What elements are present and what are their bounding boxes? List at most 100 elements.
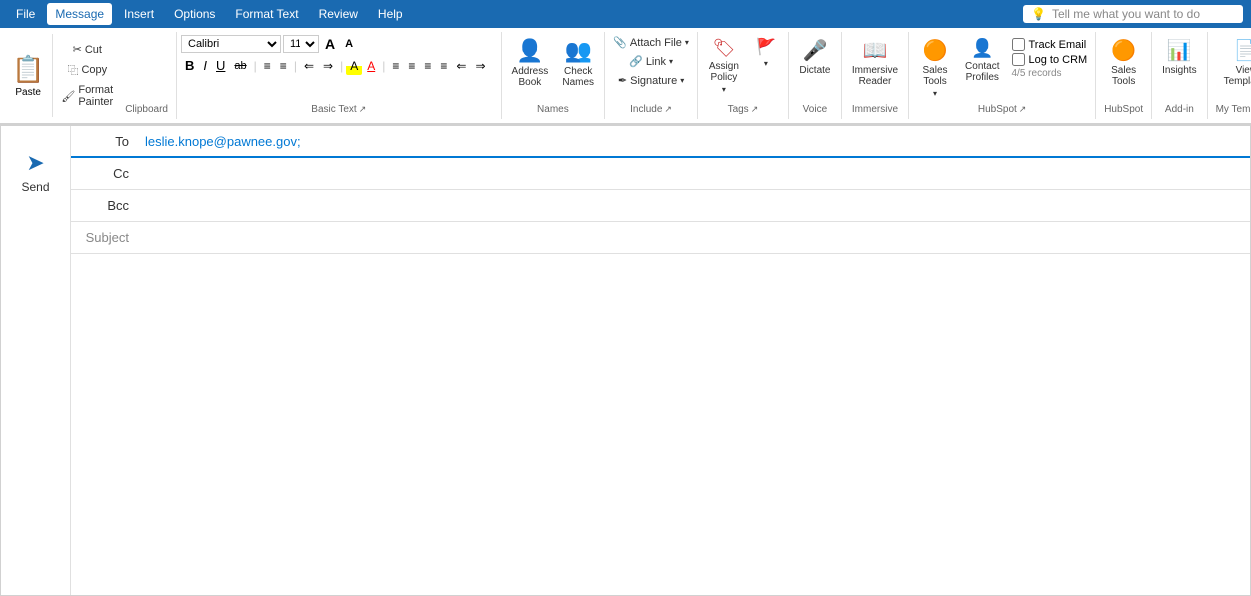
numbering-button[interactable]: ≡ (276, 57, 291, 75)
microphone-icon: 🎤 (802, 38, 827, 63)
hubspot2-label: HubSpot (1100, 102, 1147, 117)
compose-body[interactable] (71, 254, 1250, 595)
font-size-select[interactable]: 11 (283, 35, 319, 53)
cut-button[interactable]: ✂ Cut (57, 41, 117, 58)
underline-button[interactable]: U (212, 56, 229, 75)
hubspot-sales2-icon: 🟠 (1111, 38, 1136, 63)
sep1: | (254, 59, 257, 73)
align-center-button[interactable]: ≡ (404, 57, 419, 75)
names-label: Names (506, 102, 601, 117)
highlight-button[interactable]: A (346, 57, 362, 75)
basic-text-group: Calibri 11 A A B I U ab | ≡ (177, 32, 502, 119)
tags-expand-icon[interactable]: ↗ (751, 104, 759, 115)
menu-message[interactable]: Message (47, 3, 112, 25)
check-names-button[interactable]: 👥 CheckNames (556, 34, 600, 92)
font-name-row: Calibri 11 A A (181, 34, 490, 54)
address-book-label: AddressBook (512, 66, 549, 88)
increase-indent-button[interactable]: ⇒ (319, 57, 337, 75)
menu-file[interactable]: File (8, 3, 43, 25)
hubspot-checkboxes: Track Email Log to CRM 4/5 records (1008, 34, 1092, 83)
grow-font-button[interactable]: A (321, 34, 339, 54)
hubspot-label: HubSpot ↗ (913, 102, 1091, 117)
link-button[interactable]: 🔗 Link ▾ (609, 53, 693, 70)
include-expand-icon[interactable]: ↗ (664, 104, 672, 115)
link-label: Link (646, 56, 666, 68)
format-buttons-row: B I U ab | ≡ ≡ | ⇐ ⇒ | A A | ≡ (181, 56, 490, 75)
align-right-button[interactable]: ≡ (420, 57, 435, 75)
view-templates-label: ViewTemplates (1224, 65, 1251, 87)
shrink-font-button[interactable]: A (341, 36, 357, 52)
hubspot-sales-icon: 🟠 (923, 38, 948, 63)
flag-arrow: ▾ (764, 59, 768, 68)
check-names-icon: 👥 (565, 38, 592, 64)
basic-text-controls: Calibri 11 A A B I U ab | ≡ (181, 34, 497, 102)
paste-button[interactable]: 📋 Paste (4, 34, 53, 117)
hubspot-expand-icon[interactable]: ↗ (1019, 104, 1027, 115)
copy-button[interactable]: ⿻ Copy (57, 60, 117, 80)
strikethrough-button[interactable]: ab (230, 58, 250, 74)
bcc-input[interactable] (141, 196, 1250, 215)
contact-profiles-button[interactable]: 👤 ContactProfiles (959, 34, 1005, 87)
insights-icon: 📊 (1167, 38, 1192, 63)
signature-button[interactable]: ✒ Signature ▾ (609, 72, 693, 89)
assign-policy-button[interactable]: 🏷 AssignPolicy ▾ (702, 34, 746, 98)
track-email-checkbox-row[interactable]: Track Email (1012, 38, 1088, 51)
tell-me-search[interactable]: 💡 Tell me what you want to do (1023, 5, 1243, 23)
copy-label: Copy (81, 64, 107, 76)
attach-file-button[interactable]: 📎 Attach File ▾ (609, 34, 693, 51)
log-to-crm-checkbox[interactable] (1012, 53, 1025, 66)
log-to-crm-label: Log to CRM (1029, 54, 1088, 66)
dictate-button[interactable]: 🎤 Dictate (793, 34, 837, 80)
increase-indent2-button[interactable]: ⇒ (471, 57, 489, 75)
tags-buttons: 🏷 AssignPolicy ▾ 🚩 ▾ (702, 34, 784, 102)
sales-tools-button[interactable]: 🟠 SalesTools ▾ (913, 34, 957, 102)
align-left-button[interactable]: ≡ (388, 57, 403, 75)
decrease-indent-button[interactable]: ⇐ (300, 57, 318, 75)
menu-options[interactable]: Options (166, 3, 223, 25)
bullets-button[interactable]: ≡ (260, 57, 275, 75)
ribbon: 📋 Paste ✂ Cut ⿻ Copy 🖌 Format Painter Cl… (0, 28, 1251, 125)
subject-input[interactable] (141, 228, 1250, 247)
paste-icon: 📋 (12, 54, 44, 85)
signature-label: Signature (630, 75, 677, 87)
menu-review[interactable]: Review (311, 3, 366, 25)
log-to-crm-checkbox-row[interactable]: Log to CRM (1012, 53, 1088, 66)
insights-button[interactable]: 📊 Insights (1156, 34, 1202, 80)
view-templates-button[interactable]: 📄 ViewTemplates (1218, 34, 1251, 91)
flag-button[interactable]: 🚩 ▾ (748, 34, 784, 71)
menu-format-text[interactable]: Format Text (227, 3, 306, 25)
address-book-button[interactable]: 👤 AddressBook (506, 34, 555, 92)
ribbon-content: 📋 Paste ✂ Cut ⿻ Copy 🖌 Format Painter Cl… (0, 28, 1251, 124)
to-input[interactable] (141, 132, 1250, 151)
my-templates-buttons: 📄 ViewTemplates (1218, 34, 1251, 102)
voice-buttons: 🎤 Dictate (793, 34, 837, 102)
font-color-button[interactable]: A (363, 57, 379, 75)
menu-help[interactable]: Help (370, 3, 411, 25)
format-painter-button[interactable]: 🖌 Format Painter (57, 82, 117, 110)
sep2: | (294, 59, 297, 73)
check-names-label: CheckNames (562, 66, 594, 88)
justify-button[interactable]: ≡ (436, 57, 451, 75)
send-button[interactable]: ➤ Send (13, 142, 57, 202)
track-email-checkbox[interactable] (1012, 38, 1025, 51)
sales-tools-2-label: SalesTools (1111, 65, 1136, 87)
link-dropdown-arrow: ▾ (669, 57, 673, 66)
basic-text-expand-icon[interactable]: ↗ (359, 104, 367, 115)
font-name-select[interactable]: Calibri (181, 35, 281, 53)
addin-group: 📊 Insights Add-in (1152, 32, 1207, 119)
italic-button[interactable]: I (199, 56, 211, 75)
address-book-icon: 👤 (516, 38, 543, 64)
cc-input[interactable] (141, 164, 1250, 183)
voice-group: 🎤 Dictate Voice (789, 32, 842, 119)
immersive-reader-button[interactable]: 📖 ImmersiveReader (846, 34, 904, 91)
bold-button[interactable]: B (181, 56, 198, 75)
tag-icon: 🏷 (712, 38, 735, 59)
compose-container: ➤ Send To Cc Bcc Subject (0, 125, 1251, 596)
decrease-indent2-button[interactable]: ⇐ (452, 57, 470, 75)
tags-group: 🏷 AssignPolicy ▾ 🚩 ▾ Tags ↗ (698, 32, 789, 119)
menu-insert[interactable]: Insert (116, 3, 162, 25)
sales-tools-2-button[interactable]: 🟠 SalesTools (1102, 34, 1146, 91)
font-controls: Calibri 11 A A B I U ab | ≡ (181, 34, 490, 75)
immersive-buttons: 📖 ImmersiveReader (846, 34, 904, 102)
immersive-group: 📖 ImmersiveReader Immersive (842, 32, 909, 119)
